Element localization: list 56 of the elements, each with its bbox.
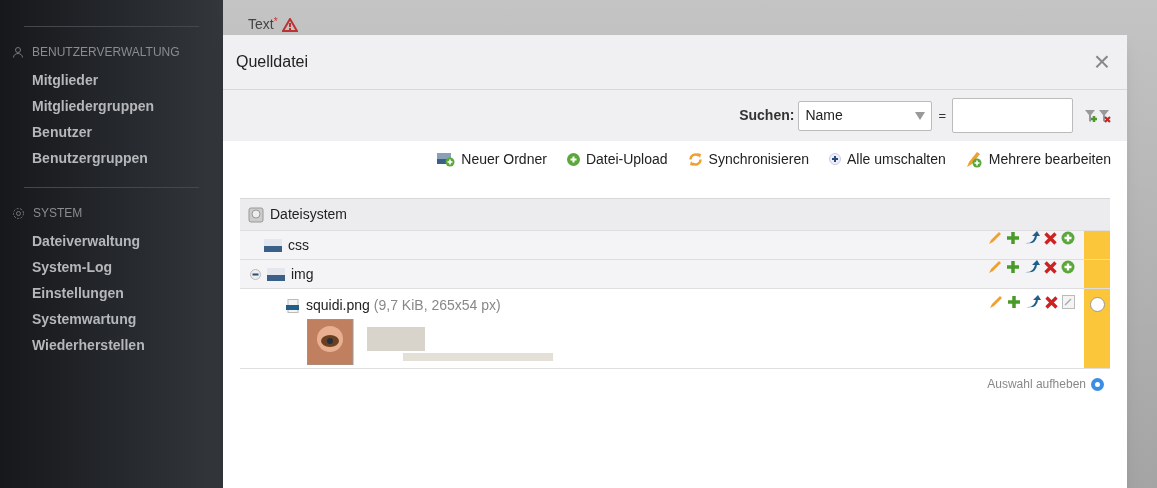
file-name[interactable]: squidi.png [306, 295, 370, 316]
toolbar-button[interactable]: Synchronisieren [687, 148, 809, 170]
folder-icon [267, 267, 285, 281]
sidebar-item[interactable]: Mitglieder [24, 67, 199, 93]
sidebar-item[interactable]: System-Log [24, 254, 199, 280]
delete-icon[interactable] [1044, 260, 1057, 274]
sidebar-item[interactable]: Einstellungen [24, 280, 199, 306]
new-folder-icon [437, 151, 456, 167]
plus-circle-icon[interactable] [1061, 231, 1075, 245]
plus-icon[interactable] [1007, 295, 1021, 309]
tree-root-label: Dateisystem [270, 205, 348, 224]
section-heading: SYSTEM [33, 205, 83, 222]
warning-icon [281, 17, 298, 32]
sidebar-item[interactable]: Benutzer [24, 119, 199, 145]
pencil-icon[interactable] [989, 295, 1003, 309]
collapse-icon[interactable] [250, 268, 261, 280]
folder-name[interactable]: img [291, 263, 314, 285]
radio-button[interactable] [1091, 377, 1104, 391]
remove-filter-icon[interactable] [1099, 108, 1111, 123]
deselect-link[interactable]: Auswahl aufheben [987, 375, 1104, 393]
search-label: Suchen: [739, 106, 795, 125]
radio-button[interactable] [1089, 297, 1105, 312]
gear-icon [12, 206, 25, 220]
sidebar-item[interactable]: Benutzergruppen [24, 145, 199, 171]
toolbar-button[interactable]: Alle umschalten [829, 148, 946, 170]
plus-circle-icon [566, 152, 580, 166]
dialog-title: Quelldatei [236, 52, 309, 72]
field-label: Text* [248, 15, 278, 34]
plus-icon [829, 153, 841, 165]
sidebar-item[interactable]: Dateiverwaltung [24, 228, 199, 254]
drive-icon [248, 206, 264, 223]
delete-icon[interactable] [1044, 231, 1057, 245]
pencil-plus-icon [965, 150, 983, 168]
png-file-icon [286, 298, 300, 313]
caret-icon [915, 111, 926, 120]
file-size: (9,7 KiB, 265x54 px) [373, 296, 501, 315]
section-heading: BENUTZERVERWALTUNG [32, 44, 180, 61]
selection-column-cell [1084, 231, 1110, 259]
sidebar-item[interactable]: Wiederherstellen [24, 332, 199, 358]
plus-icon[interactable] [1006, 231, 1020, 245]
folder-name[interactable]: css [288, 234, 309, 256]
sidebar-item[interactable]: Systemwartung [24, 306, 199, 332]
equals-sign: = [937, 106, 947, 125]
toolbar-button[interactable]: Datei-Upload [566, 148, 668, 170]
toolbar-button[interactable]: Neuer Ordner [437, 148, 547, 170]
sync-icon [687, 151, 703, 167]
folder-icon [264, 238, 282, 252]
search-field[interactable] [952, 98, 1073, 133]
sidebar-item[interactable]: Mitgliedergruppen [24, 93, 199, 119]
toolbar-button[interactable]: Mehrere bearbeiten [965, 148, 1111, 170]
plus-circle-icon[interactable] [1061, 260, 1075, 274]
add-filter-icon[interactable] [1085, 108, 1097, 123]
delete-icon[interactable] [1045, 295, 1058, 309]
field-dropdown[interactable]: Name [798, 100, 933, 131]
plus-icon[interactable] [1006, 260, 1020, 274]
user-icon [12, 46, 24, 58]
